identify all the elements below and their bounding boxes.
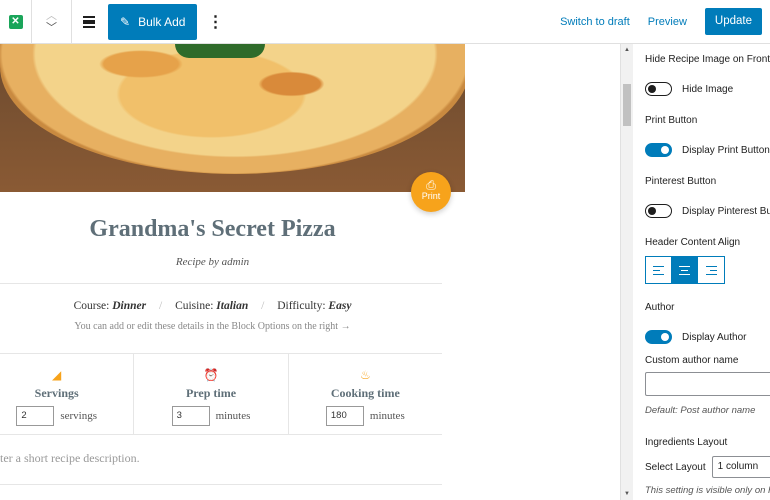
select-layout-dropdown[interactable]: 1 column	[711, 456, 770, 478]
hide-image-toggle[interactable]	[645, 82, 672, 96]
servings-input[interactable]: 2	[16, 406, 55, 426]
basil-leaf	[175, 44, 265, 58]
visibility-help: This setting is visible only on Front-en…	[645, 485, 770, 496]
align-right-button[interactable]	[698, 257, 724, 283]
pinterest-row: Display Pinterest Button	[645, 204, 770, 218]
header-align-heading: Header Content Align	[645, 237, 741, 248]
recipe-details: ◢ Servings 2 servings ⏰ Prep time 3 minu…	[0, 353, 442, 435]
align-center-icon	[679, 263, 690, 278]
course-label: Course:	[73, 300, 110, 312]
recipe-meta-row: Course: Dinner / Cuisine: Italian / Diff…	[73, 300, 352, 312]
switch-to-draft-button[interactable]: Switch to draft	[560, 16, 630, 28]
recipe-author: Recipe by admin	[175, 256, 250, 268]
difficulty-value: Easy	[328, 300, 352, 312]
editor-canvas: ⎙ Print Grandma's Secret Pizza Recipe by…	[0, 44, 620, 500]
select-layout-label: Select Layout	[645, 461, 706, 473]
detail-unit: minutes	[215, 410, 251, 422]
pencil-icon: ✎	[120, 14, 131, 29]
author-row: Display Author	[645, 330, 746, 344]
hide-image-heading: Hide Recipe Image on Front-end	[645, 54, 770, 65]
detail-unit: servings	[60, 410, 97, 422]
print-label: Print	[421, 191, 441, 201]
align-center-button[interactable]	[672, 257, 698, 283]
align-right-icon	[705, 263, 717, 278]
scroll-down-arrow-icon[interactable]: ▼	[621, 488, 633, 500]
divider	[0, 283, 442, 284]
author-label: Display Author	[682, 331, 747, 343]
print-button-toggle[interactable]	[645, 143, 672, 157]
hide-image-label: Hide Image	[682, 83, 734, 95]
cuisine-label: Cuisine:	[175, 300, 214, 312]
cuisine-value: Italian	[216, 300, 249, 312]
sidebar-scrollbar[interactable]: ▲ ▼	[620, 44, 633, 500]
recipe-image[interactable]	[0, 44, 465, 192]
custom-author-label: Custom author name	[645, 355, 739, 366]
block-toolbar: ✕ ︿ ﹀ ✎ Bulk Add ⋮ Switch to draft Previ…	[0, 0, 770, 44]
align-left-icon	[653, 263, 664, 278]
cooking-pot-icon: ♨	[359, 368, 371, 382]
meta-hint: You can add or edit these details in the…	[74, 321, 351, 332]
detail-label: Prep time	[185, 386, 237, 400]
alarm-clock-icon: ⏰	[203, 368, 219, 382]
printer-icon: ⎙	[426, 178, 436, 192]
chevron-up-icon[interactable]: ︿	[46, 10, 57, 22]
print-button-heading: Print Button	[645, 115, 698, 126]
custom-author-input[interactable]	[645, 372, 770, 396]
author-heading: Author	[645, 302, 675, 313]
detail-cooking-time: ♨ Cooking time 180 minutes	[289, 354, 442, 434]
select-layout-row: Select Layout 1 column	[645, 456, 770, 478]
block-mover: ︿ ﹀	[32, 0, 72, 44]
ingredients-layout-heading: Ingredients Layout	[645, 437, 728, 448]
update-button[interactable]: Update	[704, 8, 762, 35]
bulk-add-label: Bulk Add	[138, 14, 186, 29]
detail-label: Servings	[34, 386, 79, 400]
block-align-button[interactable]	[72, 0, 106, 44]
hide-image-row: Hide Image	[645, 82, 733, 96]
bulk-add-button[interactable]: ✎ Bulk Add	[108, 3, 198, 40]
print-button[interactable]: ⎙ Print	[411, 172, 451, 212]
chevron-down-icon[interactable]: ﹀	[46, 22, 57, 34]
block-settings-sidebar: Hide Recipe Image on Front-end Hide Imag…	[633, 44, 770, 500]
pinterest-label: Display Pinterest Button	[682, 205, 770, 217]
pinterest-toggle[interactable]	[645, 204, 672, 218]
pizza-slice-icon: ◢	[52, 368, 62, 382]
detail-prep-time: ⏰ Prep time 3 minutes	[134, 354, 289, 434]
recipe-card-icon: ✕	[8, 14, 23, 29]
custom-author-help: Default: Post author name	[645, 405, 756, 416]
recipe-description-input[interactable]: ter a short recipe description.	[0, 451, 140, 466]
scrollbar-thumb[interactable]	[623, 84, 631, 126]
detail-servings: ◢ Servings 2 servings	[0, 354, 135, 434]
recipe-block-button[interactable]: ✕	[0, 0, 32, 44]
pinterest-heading: Pinterest Button	[645, 176, 717, 187]
align-wide-icon	[83, 14, 95, 30]
course-value: Dinner	[112, 300, 147, 312]
difficulty-label: Difficulty:	[277, 300, 326, 312]
pizza-photo	[0, 44, 465, 174]
detail-label: Cooking time	[330, 386, 400, 400]
align-left-button[interactable]	[646, 257, 672, 283]
print-button-label: Display Print Button	[682, 144, 770, 156]
more-options-button[interactable]: ⋮	[197, 12, 233, 32]
preview-button[interactable]: Preview	[648, 16, 687, 28]
cooking-time-input[interactable]: 180	[325, 406, 364, 426]
header-align-group	[645, 256, 725, 284]
recipe-title[interactable]: Grandma's Secret Pizza	[0, 216, 425, 243]
author-toggle[interactable]	[645, 330, 672, 344]
divider	[0, 484, 442, 485]
prep-time-input[interactable]: 3	[171, 406, 210, 426]
scroll-up-arrow-icon[interactable]: ▲	[621, 44, 633, 56]
print-button-row: Display Print Button	[645, 143, 770, 157]
detail-unit: minutes	[369, 410, 405, 422]
